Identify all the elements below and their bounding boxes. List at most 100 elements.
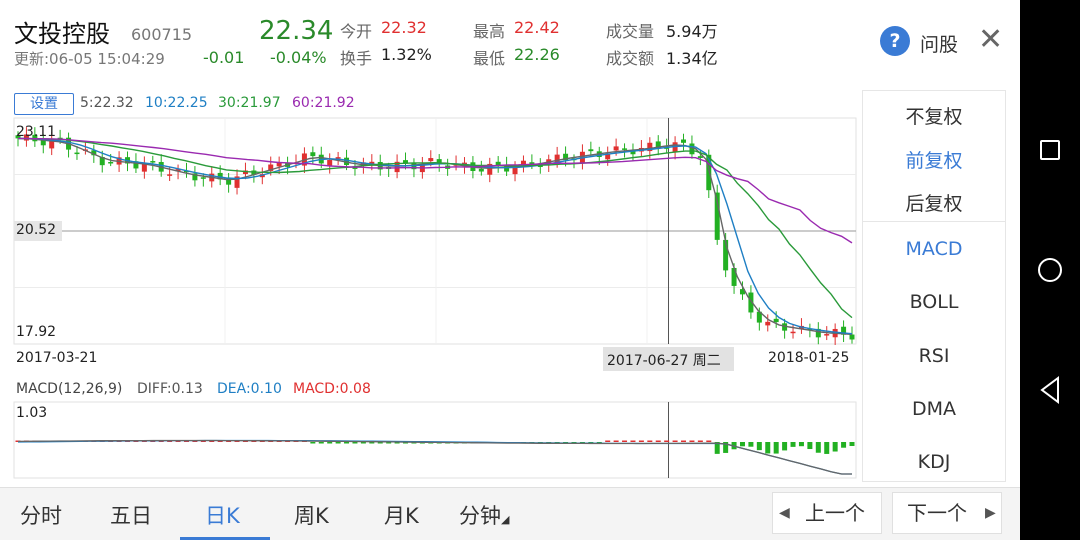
candle [571, 154, 577, 169]
date-end-label: 2018-01-25 [768, 350, 850, 366]
candle [495, 156, 501, 173]
recent-apps-icon[interactable] [1040, 140, 1060, 160]
macd-bar [335, 442, 341, 444]
macd-bar [647, 440, 653, 442]
macd-bar [773, 442, 779, 454]
kline-chart[interactable] [0, 80, 862, 485]
stock-name: 文投控股 [14, 20, 110, 48]
question-icon[interactable]: ? [880, 26, 910, 56]
indicator-panel: 不复权 前复权 后复权 MACD BOLL RSI DMA KDJ [862, 90, 1006, 482]
candle [832, 323, 838, 345]
macd-bar [739, 442, 745, 447]
caret-left-icon: ◀ [779, 505, 790, 521]
candle [234, 169, 240, 195]
open-value: 22.32 [381, 18, 427, 37]
candle [681, 133, 687, 151]
macd-bar [807, 442, 813, 450]
tab-minute[interactable]: 分钟◢ [459, 500, 509, 530]
price-change: -0.01 [203, 48, 245, 67]
low-value: 22.26 [514, 45, 560, 64]
date-cursor-label: 2017-06-27 周二 [607, 353, 721, 369]
candle [453, 155, 459, 171]
turnover-label: 换手 [340, 49, 373, 68]
forward-adjust-option[interactable]: 前复权 [863, 146, 1005, 173]
macd-bar [318, 442, 324, 444]
candle [192, 166, 198, 187]
backward-adjust-option[interactable]: 后复权 [863, 189, 1005, 216]
candle [655, 135, 661, 156]
date-start-label: 2017-03-21 [16, 350, 98, 366]
price-mid-label: 20.52 [16, 222, 57, 238]
candle [841, 320, 847, 343]
price-top-label: 23.11 [16, 124, 57, 140]
home-icon[interactable] [1038, 258, 1062, 282]
macd-title: MACD(12,26,9) [16, 381, 123, 397]
panel-divider [863, 221, 1005, 222]
macd-bar [310, 442, 316, 444]
candle [849, 326, 855, 344]
indicator-rsi[interactable]: RSI [863, 345, 1005, 367]
update-time: 更新:06-05 15:04:29 [14, 50, 165, 68]
candle [815, 322, 821, 345]
macd-bar [790, 442, 796, 447]
tab-intraday[interactable]: 分时 [20, 500, 62, 530]
indicator-macd[interactable]: MACD [863, 238, 1005, 260]
ask-stock-button[interactable]: 问股 [920, 30, 958, 57]
macd-bar [849, 442, 855, 447]
stock-app: 文投控股 600715 更新:06-05 15:04:29 -0.01 22.3… [0, 0, 1020, 540]
ma-line [17, 137, 853, 244]
prev-stock-label: 上一个 [805, 501, 865, 525]
candle [226, 172, 232, 193]
macd-bar [344, 442, 350, 444]
macd-bar [689, 440, 695, 442]
no-adjust-option[interactable]: 不复权 [863, 102, 1005, 129]
back-icon[interactable] [1038, 376, 1062, 404]
prev-stock-button[interactable]: ◀ 上一个 [772, 492, 882, 534]
macd-bar [672, 440, 678, 442]
tab-daily-k[interactable]: 日K [205, 500, 240, 530]
candle [638, 140, 644, 157]
stock-code: 600715 [131, 25, 193, 44]
price-change-pct: -0.04% [270, 48, 327, 67]
next-stock-label: 下一个 [907, 501, 967, 525]
macd-bar [748, 442, 754, 447]
next-stock-button[interactable]: 下一个 ▶ [892, 492, 1002, 534]
candle [487, 157, 493, 183]
candle [403, 152, 409, 170]
macd-diff: DIFF:0.13 [137, 381, 203, 397]
amount-value: 1.34亿 [666, 49, 718, 68]
macd-bar [697, 440, 703, 442]
macd-bar [815, 442, 821, 453]
tab-weekly-k[interactable]: 周K [294, 500, 329, 530]
macd-bar [664, 440, 670, 442]
high-label: 最高 [473, 22, 506, 41]
volume-label: 成交量 [606, 22, 655, 41]
macd-value: MACD:0.08 [293, 381, 371, 397]
macd-top-label: 1.03 [16, 405, 48, 421]
price-bottom-label: 17.92 [16, 324, 57, 340]
candlesticks [15, 127, 855, 345]
indicator-kdj[interactable]: KDJ [863, 451, 1005, 473]
indicator-boll[interactable]: BOLL [863, 291, 1005, 313]
macd-bar [798, 442, 804, 447]
macd-bar [613, 440, 619, 442]
macd-bar [824, 442, 830, 454]
macd-bar [756, 442, 762, 451]
candle [672, 136, 678, 160]
macd-bar [782, 442, 788, 451]
caret-down-icon: ◢ [501, 513, 510, 526]
candle [141, 156, 147, 179]
indicator-dma[interactable]: DMA [863, 398, 1005, 420]
turnover-value: 1.32% [381, 45, 432, 64]
macd-bar [681, 440, 687, 442]
macd-bar [841, 442, 847, 448]
tab-five-day[interactable]: 五日 [110, 500, 152, 530]
amount-label: 成交额 [606, 49, 655, 68]
tab-monthly-k[interactable]: 月K [384, 500, 419, 530]
macd-dea: DEA:0.10 [217, 381, 282, 397]
kline-grid [13, 117, 857, 479]
macd-bar [630, 440, 636, 442]
macd-bar [327, 442, 333, 444]
macd-bar [352, 442, 358, 444]
close-icon[interactable]: ✕ [978, 24, 1003, 56]
